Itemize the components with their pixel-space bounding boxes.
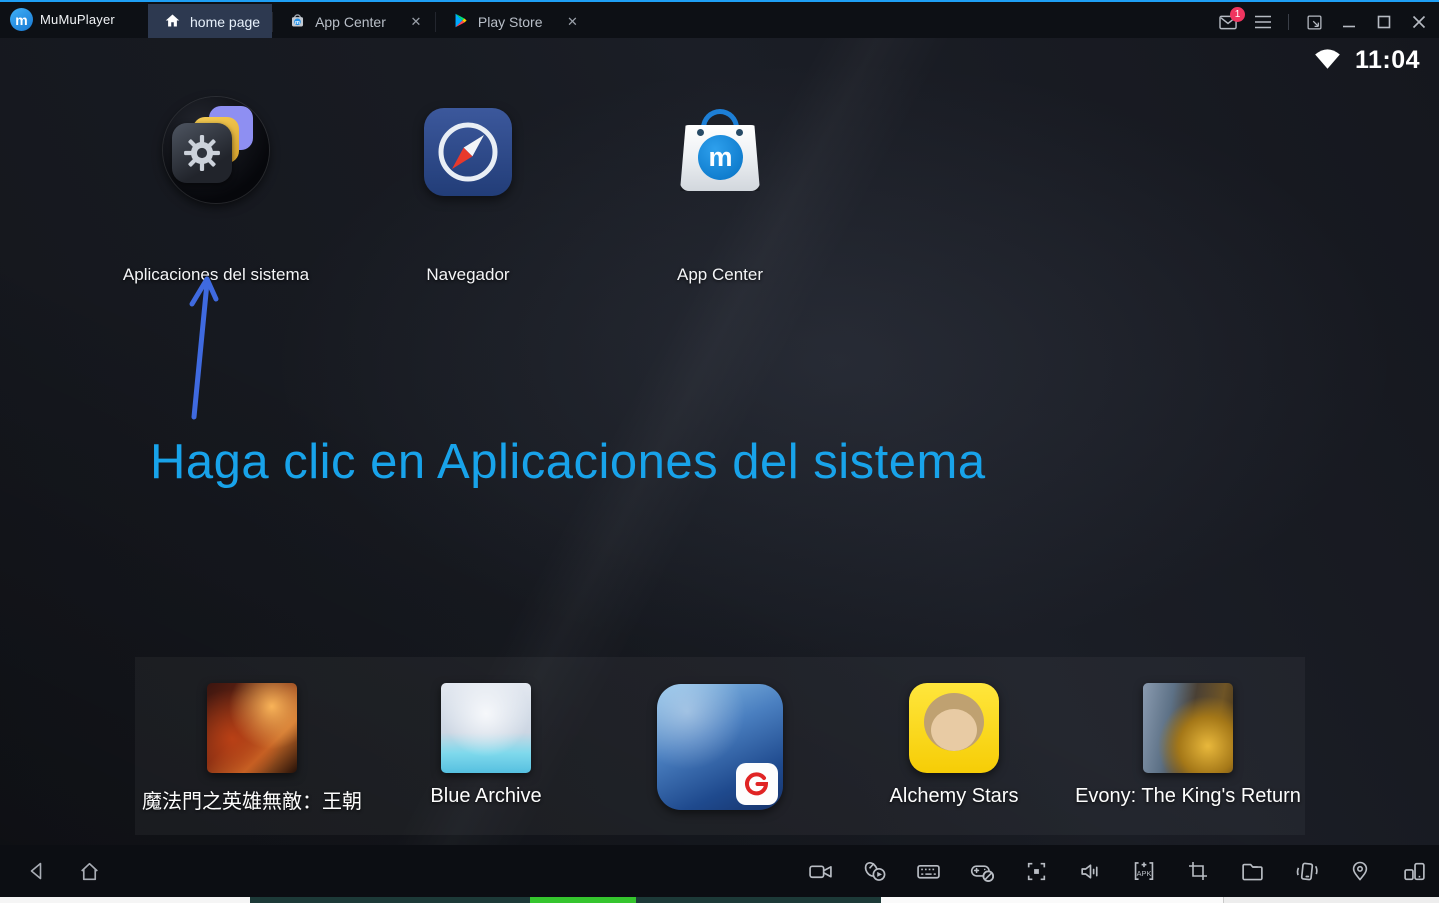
- dock-app-label: Evony: The King's Return: [1075, 785, 1301, 808]
- tab-home-page[interactable]: home page: [148, 4, 272, 40]
- rotate-screen-icon[interactable]: [1401, 858, 1427, 884]
- garena-logo-icon: [736, 763, 778, 805]
- desktop-app-browser[interactable]: Navegador: [373, 97, 563, 196]
- close-icon[interactable]: [1409, 12, 1429, 32]
- svg-text:m: m: [295, 20, 300, 26]
- close-tab-icon[interactable]: ✕: [565, 14, 579, 30]
- gamepad-disabled-icon[interactable]: [969, 858, 995, 884]
- strip-segment: [0, 897, 250, 903]
- strip-segment: [530, 897, 636, 903]
- titlebar: m MuMuPlayer home page m: [0, 0, 1439, 38]
- strip-segment: [250, 897, 529, 903]
- background-window-strip: [0, 897, 1439, 903]
- minimize-icon[interactable]: [1339, 12, 1359, 32]
- screenshot-crop-icon[interactable]: [1185, 858, 1211, 884]
- notification-badge: 1: [1230, 7, 1245, 22]
- tab-app-center[interactable]: m App Center ✕: [273, 4, 435, 40]
- brand: m MuMuPlayer: [10, 8, 115, 31]
- bag-hole: [736, 129, 743, 136]
- tool-buttons: APK: [807, 845, 1427, 897]
- status-bar: 11:04: [1313, 46, 1420, 75]
- play-store-icon: [452, 12, 469, 32]
- strip-segment: [881, 897, 1223, 903]
- tab-label: home page: [190, 14, 260, 30]
- app-center-bag-icon: m: [289, 12, 306, 32]
- shared-folder-icon[interactable]: [1239, 858, 1265, 884]
- close-tab-icon[interactable]: ✕: [409, 14, 423, 30]
- dock-app-alchemy-stars[interactable]: Alchemy Stars: [837, 657, 1071, 835]
- character-art: [931, 709, 977, 751]
- free-fire-game-icon: [657, 684, 783, 810]
- shake-icon[interactable]: [1293, 858, 1319, 884]
- alchemy-stars-game-icon: [909, 683, 999, 773]
- compass-browser-icon: [424, 108, 512, 196]
- window-controls: 1: [1218, 4, 1429, 40]
- menu-icon[interactable]: [1253, 12, 1273, 32]
- keyboard-icon[interactable]: [915, 858, 941, 884]
- tab-play-store[interactable]: Play Store ✕: [436, 4, 592, 40]
- dock-app-blue-archive[interactable]: Blue Archive: [369, 657, 603, 835]
- annotation-arrow-icon: [178, 271, 224, 430]
- strip-segment: [636, 897, 881, 903]
- apk-install-icon[interactable]: APK: [1131, 858, 1157, 884]
- dock-app-free-fire[interactable]: [603, 657, 837, 835]
- app-label: Navegador: [426, 265, 509, 284]
- dock-app-label: 魔法門之英雄無敵：王朝: [142, 785, 362, 814]
- bag-hole: [697, 129, 704, 136]
- strip-segment: [1223, 897, 1439, 903]
- system-apps-folder-icon: [163, 97, 269, 203]
- mumu-logo-icon: m: [10, 8, 33, 31]
- desktop-app-system-apps[interactable]: Aplicaciones del sistema: [121, 97, 311, 203]
- dock-app-label: Blue Archive: [430, 785, 541, 808]
- tab-label: App Center: [315, 14, 386, 30]
- mumu-player-window: m MuMuPlayer home page m: [0, 0, 1439, 903]
- volume-icon[interactable]: [1077, 858, 1103, 884]
- location-icon[interactable]: [1347, 858, 1373, 884]
- maximize-icon[interactable]: [1374, 12, 1394, 32]
- status-clock: 11:04: [1355, 46, 1420, 75]
- app-center-store-icon: m: [676, 108, 764, 196]
- emulator-toolbar: APK: [0, 845, 1439, 897]
- dock-app-heroes[interactable]: 魔法門之英雄無敵：王朝: [135, 657, 369, 835]
- wifi-icon: [1313, 47, 1342, 75]
- macro-recorder-icon[interactable]: [861, 858, 887, 884]
- tab-label: Play Store: [478, 14, 543, 30]
- dock-app-label: Alchemy Stars: [890, 785, 1019, 808]
- fullscreen-icon[interactable]: [1023, 858, 1049, 884]
- blue-archive-game-icon: [441, 683, 531, 773]
- tab-bar: home page m App Center ✕: [148, 4, 591, 40]
- controls-separator: [1288, 14, 1289, 30]
- mumu-logo-icon: m: [698, 135, 743, 180]
- svg-text:APK: APK: [1137, 869, 1152, 878]
- home-icon: [164, 12, 181, 32]
- brand-name: MuMuPlayer: [40, 12, 115, 27]
- app-label: App Center: [677, 265, 763, 284]
- settings-gear-icon: [172, 123, 232, 183]
- dock-panel: 魔法門之英雄無敵：王朝 Blue Archive Alchem: [135, 657, 1305, 835]
- back-icon[interactable]: [24, 858, 50, 884]
- android-screen: 11:04: [0, 38, 1439, 845]
- messages-icon[interactable]: 1: [1218, 12, 1238, 32]
- heroes-game-icon: [207, 683, 297, 773]
- evony-game-icon: [1143, 683, 1233, 773]
- annotation-text: Haga clic en Aplicaciones del sistema: [150, 434, 986, 490]
- dock-app-evony[interactable]: Evony: The King's Return: [1071, 657, 1305, 835]
- desktop-app-app-center[interactable]: m App Center: [625, 97, 815, 196]
- nav-buttons: [24, 845, 102, 897]
- resize-icon[interactable]: [1304, 12, 1324, 32]
- screen-record-icon[interactable]: [807, 858, 833, 884]
- home-nav-icon[interactable]: [76, 858, 102, 884]
